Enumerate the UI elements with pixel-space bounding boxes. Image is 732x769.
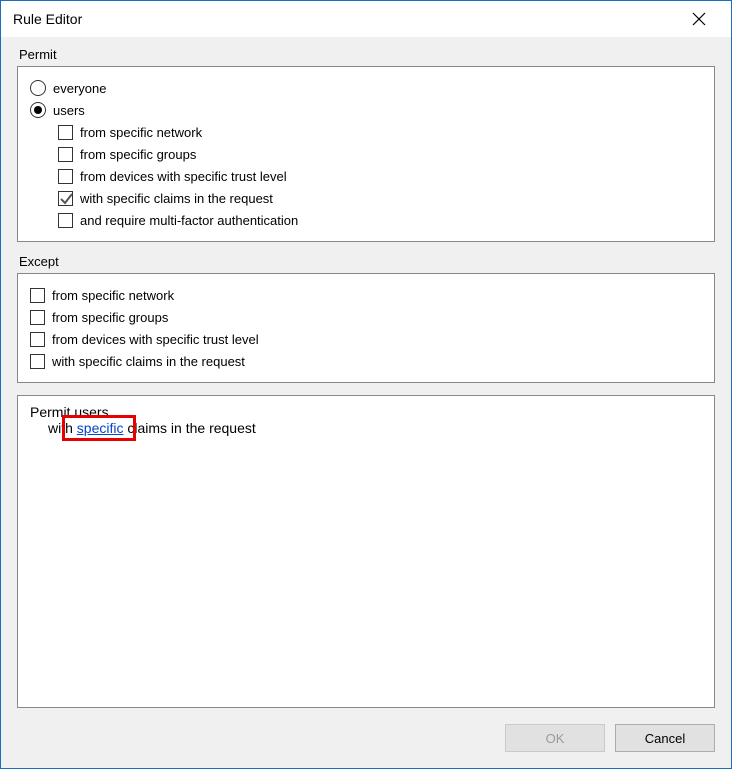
except-check-from-devices-trust-level[interactable]: from devices with specific trust level bbox=[30, 328, 702, 350]
check-from-devices-trust-level[interactable]: from devices with specific trust level bbox=[58, 165, 702, 187]
specific-link[interactable]: specific bbox=[77, 420, 124, 436]
radio-icon bbox=[30, 102, 46, 118]
rule-editor-window: Rule Editor Permit everyone users bbox=[0, 0, 732, 769]
window-title: Rule Editor bbox=[13, 11, 82, 27]
checkbox-icon bbox=[58, 191, 73, 206]
checkbox-icon bbox=[58, 213, 73, 228]
except-check-from-specific-groups[interactable]: from specific groups bbox=[30, 306, 702, 328]
checkbox-icon bbox=[30, 354, 45, 369]
checkbox-icon bbox=[30, 288, 45, 303]
checkbox-label: from devices with specific trust level bbox=[52, 332, 259, 347]
users-sub-options: from specific network from specific grou… bbox=[58, 121, 702, 231]
checkbox-label: from devices with specific trust level bbox=[80, 169, 287, 184]
check-require-mfa[interactable]: and require multi-factor authentication bbox=[58, 209, 702, 231]
permit-label: Permit bbox=[19, 47, 715, 62]
permit-section: Permit everyone users from specific netw… bbox=[17, 47, 715, 242]
except-check-from-specific-network[interactable]: from specific network bbox=[30, 284, 702, 306]
except-panel: from specific network from specific grou… bbox=[17, 273, 715, 383]
except-check-with-specific-claims[interactable]: with specific claims in the request bbox=[30, 350, 702, 372]
permit-panel: everyone users from specific network fro… bbox=[17, 66, 715, 242]
checkbox-label: with specific claims in the request bbox=[80, 191, 273, 206]
checkbox-icon bbox=[30, 332, 45, 347]
summary-panel: Permit users with specific claims in the… bbox=[17, 395, 715, 708]
check-with-specific-claims[interactable]: with specific claims in the request bbox=[58, 187, 702, 209]
checkbox-label: from specific network bbox=[80, 125, 202, 140]
ok-button[interactable]: OK bbox=[505, 724, 605, 752]
close-button[interactable] bbox=[677, 5, 721, 33]
radio-icon bbox=[30, 80, 46, 96]
summary-post-text: claims in the request bbox=[123, 420, 255, 436]
checkbox-icon bbox=[58, 147, 73, 162]
check-from-specific-groups[interactable]: from specific groups bbox=[58, 143, 702, 165]
cancel-button[interactable]: Cancel bbox=[615, 724, 715, 752]
checkbox-icon bbox=[58, 169, 73, 184]
checkbox-label: from specific network bbox=[52, 288, 174, 303]
button-bar: OK Cancel bbox=[17, 720, 715, 752]
checkbox-icon bbox=[58, 125, 73, 140]
check-from-specific-network[interactable]: from specific network bbox=[58, 121, 702, 143]
radio-everyone[interactable]: everyone bbox=[30, 77, 702, 99]
summary-line-2: with specific claims in the request bbox=[48, 420, 702, 436]
checkbox-label: from specific groups bbox=[80, 147, 196, 162]
radio-label: users bbox=[53, 103, 85, 118]
content-area: Permit everyone users from specific netw… bbox=[1, 37, 731, 768]
checkbox-label: and require multi-factor authentication bbox=[80, 213, 298, 228]
summary-pre-text: with bbox=[48, 420, 77, 436]
checkbox-label: from specific groups bbox=[52, 310, 168, 325]
except-section: Except from specific network from specif… bbox=[17, 254, 715, 383]
radio-label: everyone bbox=[53, 81, 106, 96]
summary-line-1: Permit users bbox=[30, 404, 702, 420]
radio-users[interactable]: users bbox=[30, 99, 702, 121]
titlebar: Rule Editor bbox=[1, 1, 731, 37]
checkbox-icon bbox=[30, 310, 45, 325]
checkbox-label: with specific claims in the request bbox=[52, 354, 245, 369]
except-label: Except bbox=[19, 254, 715, 269]
close-icon bbox=[692, 12, 706, 26]
